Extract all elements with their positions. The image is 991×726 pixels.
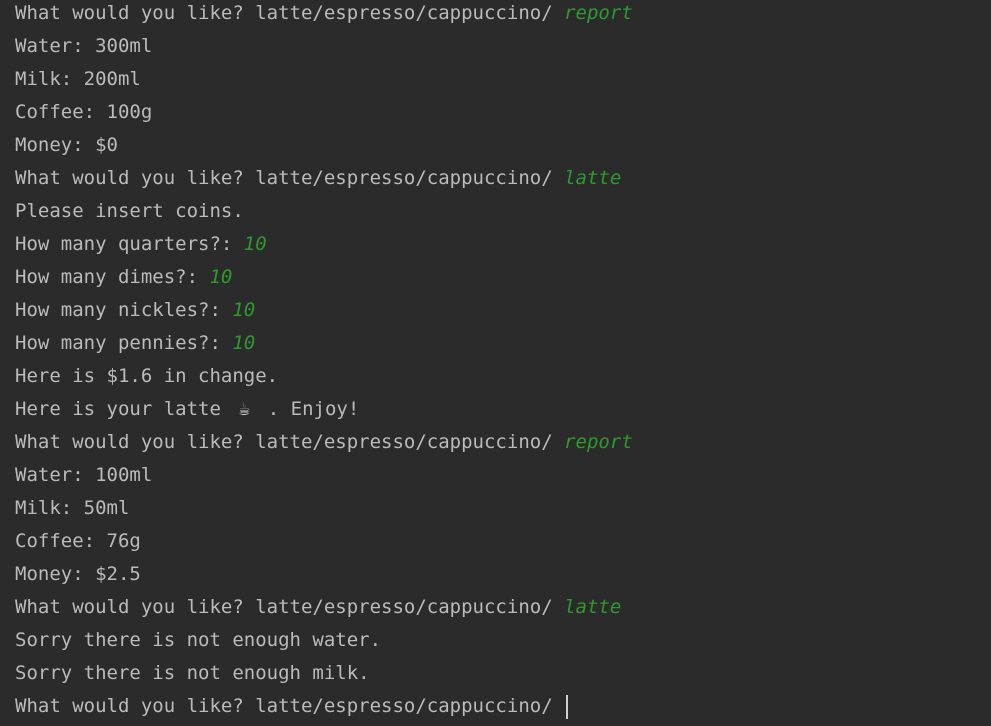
console-line: Money: $2.5 [15,558,141,591]
user-input: latte [564,596,622,618]
output-text: Sorry there is not enough water. [15,629,382,651]
console-line[interactable]: What would you like? latte/espresso/capp… [15,690,569,723]
prompt-text: How many nickles?: [15,299,233,321]
output-text: Sorry there is not enough milk. [15,662,370,684]
output-text: Milk: 50ml [15,497,130,519]
console-line: How many pennies?: 10 [15,327,255,360]
console-line: Milk: 200ml [15,63,141,96]
user-input: 10 [243,233,267,255]
console-line: Water: 300ml [15,30,152,63]
user-input: 10 [209,266,233,288]
output-text: Here is $1.6 in change. [15,365,279,387]
prompt-text: How many quarters?: [15,233,244,255]
output-text: Milk: 200ml [15,68,141,90]
prompt-text: How many pennies?: [15,332,233,354]
output-text: Water: 100ml [15,464,153,486]
output-text: Water: 300ml [15,35,153,57]
prompt-text: What would you like? latte/espresso/capp… [15,2,565,24]
user-input: latte [564,167,622,189]
run-console[interactable]: What would you like? latte/espresso/capp… [0,0,991,726]
output-text: Money: $2.5 [15,563,141,585]
console-line: Water: 100ml [15,459,152,492]
output-text: . Enjoy! [256,398,360,420]
text-cursor[interactable] [566,694,569,719]
user-input: 10 [232,332,256,354]
output-text: Here is your latte [15,398,233,420]
output-text: Coffee: 76g [15,530,141,552]
prompt-text: What would you like? latte/espresso/capp… [15,431,565,453]
console-line: Coffee: 76g [15,525,141,558]
output-text: Please insert coins. [15,200,244,222]
console-line: Coffee: 100g [15,96,152,129]
console-line: Sorry there is not enough water. [15,624,381,657]
console-line: Milk: 50ml [15,492,129,525]
user-input: report [564,2,633,24]
user-input: report [564,431,633,453]
user-input: 10 [232,299,256,321]
console-line: Please insert coins. [15,195,244,228]
console-line: Sorry there is not enough milk. [15,657,370,690]
prompt-text: How many dimes?: [15,266,210,288]
hot-beverage-icon: ☕ [238,398,251,420]
console-line: How many nickles?: 10 [15,294,255,327]
console-line: How many quarters?: 10 [15,228,267,261]
console-line: Here is your latte ☕ . Enjoy! [15,393,359,426]
output-text: Money: $0 [15,134,118,156]
output-text: Coffee: 100g [15,101,153,123]
console-line: What would you like? latte/espresso/capp… [15,0,633,30]
console-line: What would you like? latte/espresso/capp… [15,162,621,195]
prompt-text: What would you like? latte/espresso/capp… [15,695,565,717]
console-line: Money: $0 [15,129,118,162]
prompt-text: What would you like? latte/espresso/capp… [15,596,565,618]
console-line: What would you like? latte/espresso/capp… [15,426,633,459]
console-line: How many dimes?: 10 [15,261,232,294]
console-line: Here is $1.6 in change. [15,360,278,393]
prompt-text: What would you like? latte/espresso/capp… [15,167,565,189]
console-line: What would you like? latte/espresso/capp… [15,591,621,624]
